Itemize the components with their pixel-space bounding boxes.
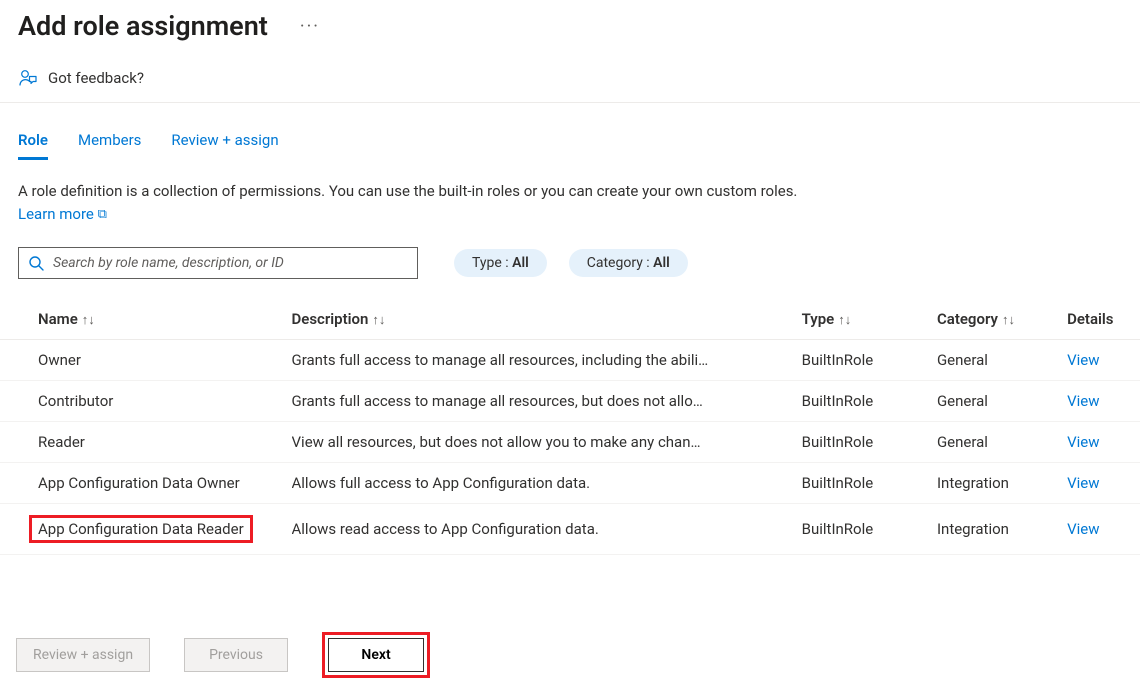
role-category-cell: General bbox=[937, 381, 1067, 422]
role-name-cell: Contributor bbox=[0, 381, 292, 422]
role-details-cell: View bbox=[1067, 463, 1140, 504]
more-actions-icon[interactable]: ··· bbox=[300, 16, 320, 37]
filter-category-label: Category : bbox=[587, 255, 650, 271]
view-details-link[interactable]: View bbox=[1067, 433, 1099, 451]
role-type-cell: BuiltInRole bbox=[802, 340, 937, 381]
sort-icon: ↑↓ bbox=[372, 313, 385, 328]
role-type-cell: BuiltInRole bbox=[802, 463, 937, 504]
learn-more-link[interactable]: Learn more ⧉ bbox=[18, 205, 107, 223]
view-details-link[interactable]: View bbox=[1067, 351, 1099, 369]
roles-table: Name↑↓ Description↑↓ Type↑↓ Category↑↓ D… bbox=[0, 299, 1140, 555]
filter-category-value: All bbox=[653, 255, 670, 271]
tab-members[interactable]: Members bbox=[78, 131, 141, 160]
role-name-cell: Owner bbox=[0, 340, 292, 381]
external-link-icon: ⧉ bbox=[98, 207, 107, 222]
view-details-link[interactable]: View bbox=[1067, 392, 1099, 410]
role-name-cell: App Configuration Data Reader bbox=[0, 504, 292, 555]
feedback-icon bbox=[18, 68, 38, 88]
role-category-cell: General bbox=[937, 422, 1067, 463]
tab-role[interactable]: Role bbox=[18, 131, 48, 160]
previous-button: Previous bbox=[184, 638, 288, 672]
view-details-link[interactable]: View bbox=[1067, 520, 1099, 538]
role-name-cell: Reader bbox=[0, 422, 292, 463]
page-title: Add role assignment bbox=[18, 10, 268, 42]
role-type-cell: BuiltInRole bbox=[802, 422, 937, 463]
role-description-block: A role definition is a collection of per… bbox=[0, 160, 840, 229]
col-header-description-label: Description bbox=[292, 310, 369, 328]
filter-category-pill[interactable]: Category : All bbox=[569, 249, 688, 277]
sort-icon: ↑↓ bbox=[1002, 313, 1015, 328]
col-header-name[interactable]: Name ↑↓ bbox=[0, 299, 292, 340]
col-header-description[interactable]: Description↑↓ bbox=[292, 299, 802, 340]
tabs: Role Members Review + assign bbox=[0, 103, 1140, 160]
filter-type-pill[interactable]: Type : All bbox=[454, 249, 547, 277]
role-details-cell: View bbox=[1067, 504, 1140, 555]
role-category-cell: Integration bbox=[937, 463, 1067, 504]
role-details-cell: View bbox=[1067, 381, 1140, 422]
role-name-cell: App Configuration Data Owner bbox=[0, 463, 292, 504]
sort-icon: ↑↓ bbox=[82, 313, 95, 328]
next-button-highlight: Next bbox=[322, 632, 430, 678]
learn-more-label: Learn more bbox=[18, 205, 94, 223]
sort-icon: ↑↓ bbox=[838, 313, 851, 328]
got-feedback-label: Got feedback? bbox=[48, 69, 144, 87]
role-category-cell: General bbox=[937, 340, 1067, 381]
table-row[interactable]: OwnerGrants full access to manage all re… bbox=[0, 340, 1140, 381]
role-details-cell: View bbox=[1067, 340, 1140, 381]
role-type-cell: BuiltInRole bbox=[802, 381, 937, 422]
next-button[interactable]: Next bbox=[328, 638, 424, 672]
col-header-type[interactable]: Type↑↓ bbox=[802, 299, 937, 340]
role-description-text: A role definition is a collection of per… bbox=[18, 182, 797, 200]
col-header-name-label: Name bbox=[38, 310, 78, 328]
col-header-type-label: Type bbox=[802, 310, 835, 328]
tab-review-assign[interactable]: Review + assign bbox=[171, 131, 278, 160]
role-category-cell: Integration bbox=[937, 504, 1067, 555]
role-description-cell: View all resources, but does not allow y… bbox=[292, 422, 802, 463]
filter-type-value: All bbox=[512, 255, 529, 271]
col-header-details-label: Details bbox=[1067, 310, 1113, 328]
table-row[interactable]: ContributorGrants full access to manage … bbox=[0, 381, 1140, 422]
role-search-input[interactable] bbox=[18, 247, 418, 279]
role-description-cell: Grants full access to manage all resourc… bbox=[292, 340, 802, 381]
got-feedback-link[interactable]: Got feedback? bbox=[18, 68, 144, 88]
table-row[interactable]: App Configuration Data OwnerAllows full … bbox=[0, 463, 1140, 504]
role-description-cell: Allows full access to App Configuration … bbox=[292, 463, 802, 504]
role-details-cell: View bbox=[1067, 422, 1140, 463]
col-header-category[interactable]: Category ↑↓ bbox=[937, 299, 1067, 340]
view-details-link[interactable]: View bbox=[1067, 474, 1099, 492]
col-header-category-label: Category bbox=[937, 310, 998, 328]
col-header-details: Details bbox=[1067, 299, 1140, 340]
table-row[interactable]: App Configuration Data Reader Allows read… bbox=[0, 504, 1140, 555]
table-row[interactable]: ReaderView all resources, but does not a… bbox=[0, 422, 1140, 463]
search-icon bbox=[28, 255, 44, 271]
filter-type-label: Type : bbox=[472, 255, 509, 271]
role-description-cell: Grants full access to manage all resourc… bbox=[292, 381, 802, 422]
role-type-cell: BuiltInRole bbox=[802, 504, 937, 555]
review-assign-button: Review + assign bbox=[16, 638, 150, 672]
role-description-cell: Allows read access to App Configuration … bbox=[292, 504, 802, 555]
role-name-highlighted: App Configuration Data Reader bbox=[29, 515, 253, 543]
